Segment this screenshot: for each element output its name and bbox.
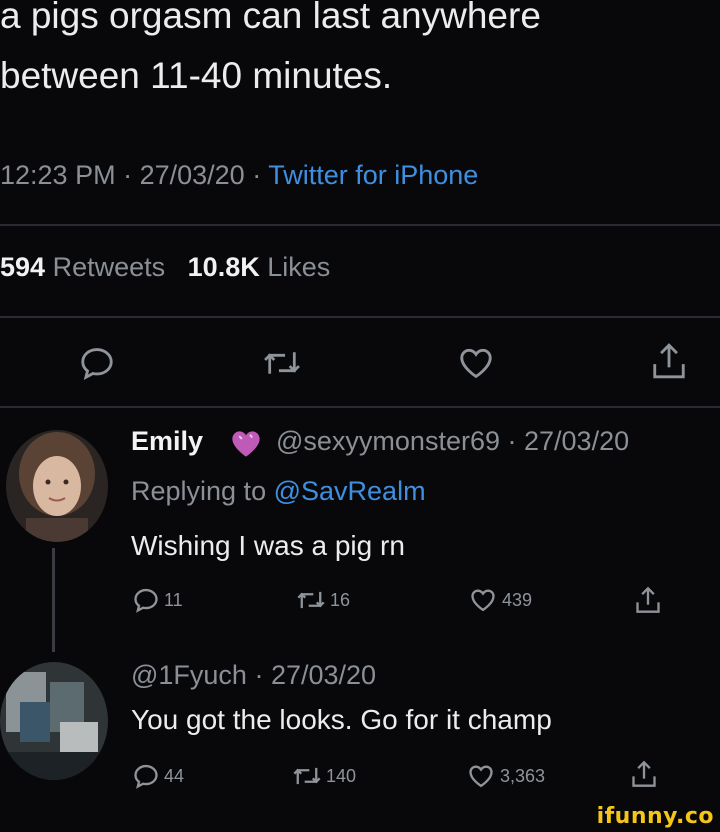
reply-date: 27/03/20 bbox=[270, 660, 377, 690]
reply-author-name[interactable]: Emily bbox=[131, 426, 203, 457]
share-button[interactable] bbox=[634, 584, 662, 616]
retweet-button[interactable]: 140 bbox=[292, 762, 356, 790]
like-count: 439 bbox=[502, 589, 533, 610]
reply-count: 44 bbox=[164, 765, 185, 786]
retweet-icon bbox=[297, 591, 325, 609]
meta-separator: · bbox=[252, 160, 269, 190]
divider bbox=[0, 316, 720, 318]
retweets-label[interactable]: Retweets bbox=[53, 252, 166, 282]
likes-count[interactable]: 10.8K bbox=[188, 252, 260, 282]
avatar[interactable] bbox=[6, 430, 108, 542]
like-button[interactable]: 3,363 bbox=[466, 762, 545, 790]
reply-author-handle[interactable]: @sexyymonster69 bbox=[276, 426, 500, 456]
replying-to-mention[interactable]: @SavRealm bbox=[274, 476, 426, 506]
thread-line bbox=[52, 548, 55, 652]
retweet-button[interactable]: 16 bbox=[296, 586, 350, 614]
reply-text: You got the looks. Go for it champ bbox=[131, 704, 552, 735]
heart-icon bbox=[469, 765, 493, 788]
avatar-photo bbox=[6, 430, 108, 542]
tweet-time: 12:23 PM bbox=[0, 160, 116, 190]
share-icon bbox=[636, 586, 660, 613]
heart-icon bbox=[460, 348, 492, 379]
reply-count: 11 bbox=[164, 589, 183, 610]
reply-button[interactable]: 44 bbox=[132, 762, 184, 790]
retweet-icon bbox=[264, 352, 300, 374]
reply-button[interactable]: 11 bbox=[132, 586, 183, 614]
retweet-icon bbox=[293, 767, 321, 785]
tweet-stats: 594 Retweets 10.8K Likes bbox=[0, 252, 330, 283]
reply-icon bbox=[134, 764, 158, 789]
tweet-date: 27/03/20 bbox=[139, 160, 245, 190]
replying-label: Replying to bbox=[131, 476, 267, 506]
like-count: 3,363 bbox=[500, 765, 546, 786]
ifunny-watermark: ifunny.co bbox=[596, 804, 714, 829]
divider bbox=[0, 224, 720, 226]
share-icon bbox=[632, 760, 656, 787]
share-button[interactable] bbox=[630, 758, 658, 790]
likes-label[interactable]: Likes bbox=[267, 252, 330, 282]
retweets-count[interactable]: 594 bbox=[0, 252, 45, 282]
like-button[interactable] bbox=[456, 344, 496, 382]
reply-author-handle[interactable]: @1Fyuch bbox=[131, 660, 247, 690]
meta-separator: · bbox=[246, 660, 271, 690]
avatar-photo bbox=[0, 662, 108, 780]
share-icon bbox=[653, 343, 685, 379]
share-button[interactable] bbox=[650, 340, 688, 382]
tweet-meta: 12:23 PM · 27/03/20 · Twitter for iPhone bbox=[0, 160, 478, 191]
tweet-source-link[interactable]: Twitter for iPhone bbox=[268, 160, 478, 190]
reply-date: 27/03/20 bbox=[524, 426, 630, 456]
retweet-button[interactable] bbox=[262, 344, 302, 382]
avatar[interactable] bbox=[0, 662, 108, 780]
divider bbox=[0, 406, 720, 408]
retweet-count: 16 bbox=[330, 589, 351, 610]
reply-icon bbox=[134, 588, 158, 613]
like-button[interactable]: 439 bbox=[468, 586, 532, 614]
purple-heart-icon bbox=[232, 431, 260, 457]
meta-separator: · bbox=[500, 426, 524, 456]
reply-text: Wishing I was a pig rn bbox=[131, 530, 405, 561]
meta-separator: · bbox=[123, 160, 140, 190]
replying-to: Replying to @SavRealm bbox=[131, 476, 426, 507]
reply-icon bbox=[81, 348, 113, 381]
tweet-text: a pigs orgasm can last anywhere between … bbox=[0, 0, 541, 96]
heart-icon bbox=[471, 589, 495, 612]
reply-button[interactable] bbox=[78, 344, 116, 382]
retweet-count: 140 bbox=[326, 765, 357, 786]
reply-author-meta: @sexyymonster69 · 27/03/20 bbox=[276, 426, 629, 457]
reply-author-meta: @1Fyuch · 27/03/20 bbox=[131, 660, 376, 691]
